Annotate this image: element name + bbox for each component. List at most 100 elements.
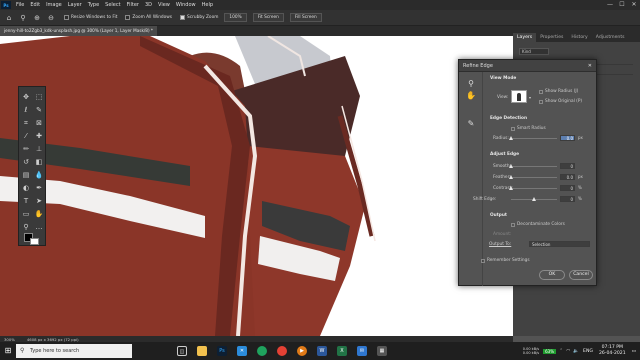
menu-layer[interactable]: Layer [65, 2, 85, 8]
wifi-icon[interactable]: ◠ [566, 349, 570, 354]
menu-edit[interactable]: Edit [27, 2, 43, 8]
minimize-button[interactable]: — [604, 0, 616, 10]
windows-start-icon[interactable]: ⊞ [0, 342, 16, 360]
smooth-value-field[interactable]: 0 [560, 163, 575, 169]
stamp-tool-icon[interactable]: ⊥ [33, 143, 45, 155]
excel-icon[interactable]: X [332, 342, 352, 360]
shape-tool-icon[interactable]: ▭ [20, 208, 32, 220]
fit-screen-button[interactable]: Fit Screen [252, 13, 284, 22]
ok-button[interactable]: OK [539, 270, 565, 280]
contrast-slider-knob[interactable] [508, 186, 513, 190]
crop-tool-icon[interactable]: ⌗ [20, 117, 32, 129]
scrubby-zoom-checkbox[interactable]: Scrubby Zoom [180, 15, 218, 20]
zoom-all-windows-checkbox[interactable]: Zoom All Windows [125, 15, 172, 20]
zoom-out-icon[interactable]: ⊖ [46, 13, 56, 23]
pen-tool-icon[interactable]: ✒ [33, 182, 45, 194]
type-tool-icon[interactable]: T [20, 195, 32, 207]
brush-tool-icon[interactable]: ✏ [20, 143, 32, 155]
eraser-tool-icon[interactable]: ◧ [33, 156, 45, 168]
menu-view[interactable]: View [155, 2, 173, 8]
dialog-titlebar[interactable]: Refine Edge ✕ [459, 60, 596, 72]
zoom-tool-icon[interactable]: ⚲ [18, 13, 28, 23]
background-swatch-icon[interactable] [30, 238, 39, 245]
radius-slider[interactable] [508, 136, 557, 140]
media-player-icon[interactable]: ▶ [292, 342, 312, 360]
home-icon[interactable]: ⌂ [4, 13, 14, 23]
feather-value-field[interactable]: 0.0 [560, 174, 575, 180]
file-explorer-icon[interactable] [192, 342, 212, 360]
menu-filter[interactable]: Filter [124, 2, 142, 8]
smooth-slider[interactable] [508, 164, 557, 168]
document-tab[interactable]: jenny-hill-to2Zgb3_kdk-unsplash.jpg @ 30… [0, 26, 158, 36]
tab-layers[interactable]: Layers [513, 33, 537, 42]
cancel-button[interactable]: Cancel [569, 270, 593, 280]
radius-slider-knob[interactable] [508, 136, 513, 140]
menu-3d[interactable]: 3D [142, 2, 155, 8]
lasso-tool-icon[interactable]: ℓ [20, 104, 32, 116]
remember-settings-checkbox[interactable]: Remember Settings [481, 258, 530, 263]
mail-icon[interactable]: ✉ [352, 342, 372, 360]
clock[interactable]: 07:17 PM 26-04-2021 [599, 345, 626, 357]
word-icon[interactable]: W [312, 342, 332, 360]
close-button[interactable]: ✕ [628, 0, 640, 10]
document-canvas[interactable] [0, 36, 513, 336]
taskbar-search[interactable]: ⚲ Type here to search [16, 344, 132, 358]
maximize-button[interactable]: ☐ [616, 0, 628, 10]
frame-tool-icon[interactable]: ⊠ [33, 117, 45, 129]
volume-icon[interactable]: 🔈 [573, 349, 579, 354]
tab-adjustments[interactable]: Adjustments [592, 33, 629, 42]
menu-help[interactable]: Help [199, 2, 216, 8]
smart-radius-checkbox[interactable]: Smart Radius [511, 126, 546, 131]
zoom-in-icon[interactable]: ⊕ [32, 13, 42, 23]
chrome-icon[interactable] [272, 342, 292, 360]
hand-tool-icon[interactable]: ✋ [465, 90, 477, 102]
store-icon[interactable]: ▦ [372, 342, 392, 360]
photoshop-taskbar-icon[interactable]: Ps [212, 342, 232, 360]
fill-screen-button[interactable]: Fill Screen [289, 13, 322, 22]
radius-value-field[interactable]: 0.0 [560, 135, 575, 141]
path-select-icon[interactable]: ➤ [33, 195, 45, 207]
move-tool-icon[interactable]: ✥ [20, 91, 32, 103]
feather-slider-knob[interactable] [508, 175, 513, 179]
tab-history[interactable]: History [567, 33, 591, 42]
battery-badge[interactable]: 63% [543, 348, 556, 354]
hand-tool-icon[interactable]: ✋ [33, 208, 45, 220]
show-radius-checkbox[interactable]: Show Radius (J) [539, 89, 578, 94]
zoom-tool-panel-icon[interactable]: ⚲ [20, 221, 32, 233]
edge-icon[interactable] [252, 342, 272, 360]
contrast-slider[interactable] [508, 186, 557, 190]
view-thumbnail[interactable] [511, 90, 527, 103]
marquee-tool-icon[interactable]: ⬚ [33, 91, 45, 103]
output-to-select[interactable]: Selection [529, 241, 590, 247]
layer-kind-filter[interactable]: Kind [519, 48, 549, 55]
healing-tool-icon[interactable]: ✚ [33, 130, 45, 142]
task-view-icon[interactable]: ◫ [172, 342, 192, 360]
zoom-tool-icon[interactable]: ⚲ [465, 78, 477, 90]
eyedropper-tool-icon[interactable]: ⁄ [20, 130, 32, 142]
menu-type[interactable]: Type [85, 2, 102, 8]
contrast-value-field[interactable]: 0 [560, 185, 575, 191]
menu-window[interactable]: Window [173, 2, 199, 8]
feather-slider[interactable] [508, 175, 557, 179]
menu-select[interactable]: Select [102, 2, 123, 8]
blur-tool-icon[interactable]: 💧 [33, 169, 45, 181]
view-dropdown-icon[interactable]: ▾ [529, 95, 531, 100]
show-original-checkbox[interactable]: Show Original (P) [539, 99, 582, 104]
language-indicator[interactable]: ENG [583, 349, 593, 354]
dodge-tool-icon[interactable]: ◐ [20, 182, 32, 194]
quick-select-tool-icon[interactable]: ✎ [33, 104, 45, 116]
dialog-close-icon[interactable]: ✕ [588, 63, 592, 69]
resize-windows-checkbox[interactable]: Resize Windows to Fit [64, 15, 117, 20]
history-brush-icon[interactable]: ↺ [20, 156, 32, 168]
tab-properties[interactable]: Properties [536, 33, 567, 42]
shift-edge-value-field[interactable]: 0 [560, 196, 575, 202]
vscode-icon[interactable]: ✕ [232, 342, 252, 360]
decontaminate-checkbox[interactable]: Decontaminate Colors [511, 222, 565, 227]
more-tools-icon[interactable]: … [33, 221, 45, 233]
shift-edge-slider-knob[interactable] [531, 197, 536, 201]
refine-radius-brush-icon[interactable]: ✎ [465, 118, 477, 130]
shift-edge-slider[interactable] [511, 197, 557, 201]
tray-arrow-icon[interactable]: ˄ [560, 349, 562, 354]
zoom-level[interactable]: 300% [4, 337, 15, 342]
smooth-slider-knob[interactable] [508, 164, 513, 168]
